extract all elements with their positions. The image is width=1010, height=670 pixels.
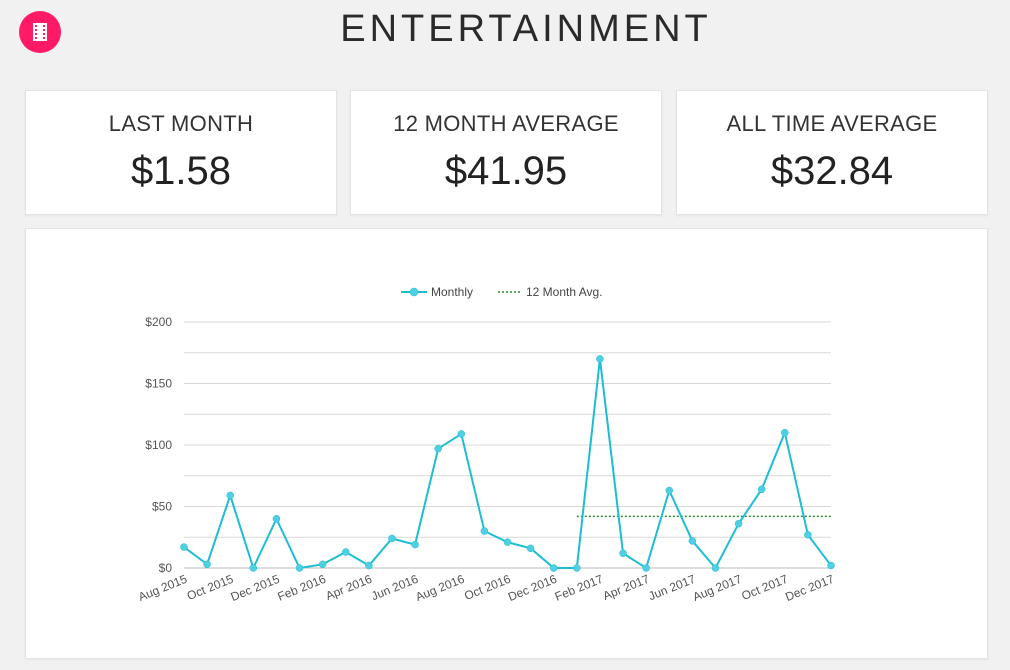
data-point <box>342 548 350 556</box>
data-point <box>180 543 188 551</box>
data-point <box>457 430 466 438</box>
x-tick-label: Apr 2016 <box>324 572 375 603</box>
data-point <box>619 549 627 557</box>
page-title: ENTERTAINMENT <box>340 8 712 50</box>
legend-label-monthly: Monthly <box>431 285 473 299</box>
x-tick-label: Aug 2017 <box>691 572 744 604</box>
y-tick-label: $100 <box>145 438 172 452</box>
x-tick-label: Feb 2017 <box>553 572 606 604</box>
data-point <box>318 560 327 569</box>
data-point <box>827 561 835 570</box>
data-point <box>781 428 789 437</box>
data-point <box>688 537 697 545</box>
x-tick-label: Jun 2016 <box>369 572 420 604</box>
data-point <box>573 564 581 572</box>
x-tick-label: Dec 2015 <box>229 572 282 604</box>
data-point <box>249 564 258 572</box>
stat-card-last-month: LAST MONTH $1.58 <box>25 90 337 215</box>
stat-label: ALL TIME AVERAGE <box>726 111 938 136</box>
legend-label-avg: 12 Month Avg. <box>526 285 603 299</box>
y-tick-label: $0 <box>159 561 173 575</box>
data-point <box>642 564 650 572</box>
data-point <box>665 486 673 495</box>
stat-label: 12 MONTH AVERAGE <box>393 111 619 136</box>
data-point <box>503 538 512 546</box>
stat-label: LAST MONTH <box>108 111 254 136</box>
y-tick-label: $200 <box>145 315 172 329</box>
stat-value: $41.95 <box>444 149 568 193</box>
data-point <box>434 444 442 453</box>
data-point <box>549 564 558 572</box>
y-tick-label: $150 <box>145 377 172 391</box>
x-tick-label: Feb 2016 <box>275 572 328 604</box>
x-tick-label: Apr 2017 <box>601 572 652 603</box>
line-chart: $0$50$100$150$200Aug 2015Oct 2015Dec 201… <box>136 285 836 604</box>
x-tick-label: Dec 2017 <box>783 572 836 604</box>
data-point <box>711 564 720 572</box>
data-point <box>295 564 304 572</box>
x-tick-label: Oct 2015 <box>185 572 236 603</box>
x-tick-label: Jun 2017 <box>646 572 697 604</box>
x-tick-label: Aug 2015 <box>136 572 189 604</box>
y-tick-label: $50 <box>152 500 172 514</box>
data-point <box>226 491 234 500</box>
header: ENTERTAINMENT <box>0 0 1010 64</box>
data-point <box>480 527 489 535</box>
data-point <box>388 534 396 543</box>
data-point <box>365 561 373 570</box>
data-point <box>757 485 766 494</box>
series-line-monthly <box>183 358 832 571</box>
data-point <box>526 544 535 553</box>
data-point <box>804 531 812 539</box>
data-point <box>411 540 419 549</box>
data-point <box>734 519 743 528</box>
stat-value: $32.84 <box>770 149 894 193</box>
x-tick-label: Dec 2016 <box>506 572 559 604</box>
stat-value: $1.58 <box>130 149 232 193</box>
legend-marker-monthly <box>409 287 419 297</box>
x-tick-label: Oct 2016 <box>462 572 513 603</box>
data-point <box>596 355 604 363</box>
stat-card-12-month-average: 12 MONTH AVERAGE $41.95 <box>350 90 662 215</box>
x-tick-label: Aug 2016 <box>414 572 467 604</box>
data-point <box>203 560 211 569</box>
x-tick-label: Oct 2017 <box>740 572 791 603</box>
stat-card-all-time-average: ALL TIME AVERAGE $32.84 <box>676 90 988 215</box>
chart-card: $0 $50 $100 $150 $200 Aug 2015 Oct 2015 Dec 201… <box>25 228 988 659</box>
data-point <box>272 515 281 523</box>
